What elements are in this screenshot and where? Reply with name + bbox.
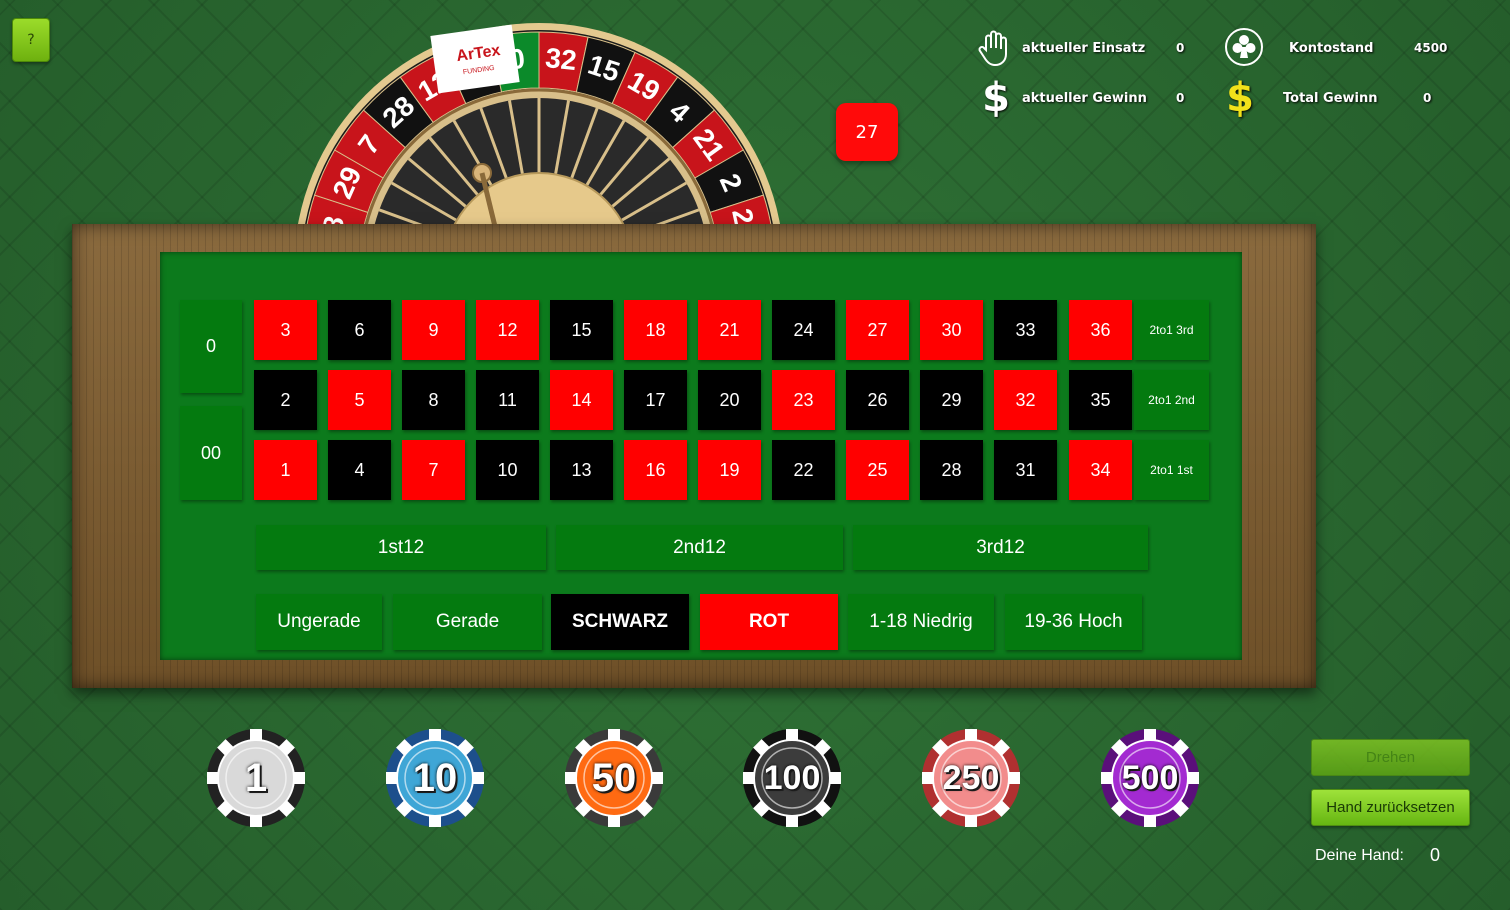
bet-low[interactable]: 1-18 Niedrig [848, 594, 994, 650]
bet-dozen-2nd[interactable]: 2nd12 [556, 525, 843, 570]
bet-number-5[interactable]: 5 [328, 370, 391, 430]
bet-number-3[interactable]: 3 [254, 300, 317, 360]
help-button[interactable]: ? [12, 18, 50, 62]
bet-odd[interactable]: Ungerade [256, 594, 382, 650]
bet-column-1st[interactable]: 2to1 1st [1134, 440, 1209, 500]
chip-label: 50 [591, 755, 637, 800]
chip-250[interactable]: 250 [921, 728, 1021, 828]
hand-value: 0 [1430, 845, 1441, 865]
chip-10[interactable]: 10 [385, 728, 485, 828]
wheel-number: 32 [544, 42, 578, 76]
dollar-icon: $ [982, 75, 1010, 121]
bet-high[interactable]: 19-36 Hoch [1005, 594, 1142, 650]
chip-100[interactable]: 100 [742, 728, 842, 828]
roulette-wheel: 8297281235032151942122517ArTexFUNDING [292, 20, 787, 230]
bet-number-6[interactable]: 6 [328, 300, 391, 360]
bet-number-7[interactable]: 7 [402, 440, 465, 500]
current-win-label: aktueller Gewinn [1022, 91, 1147, 106]
bet-number-26[interactable]: 26 [846, 370, 909, 430]
gold-dollar-icon: $ [1226, 75, 1254, 121]
club-icon [1225, 28, 1263, 66]
bet-even[interactable]: Gerade [393, 594, 542, 650]
hand-label: Deine Hand: [1315, 847, 1404, 864]
chip-label: 500 [1121, 758, 1179, 797]
chip-label: 1 [244, 755, 268, 800]
chip-1[interactable]: 1 [206, 728, 306, 828]
bet-number-27[interactable]: 27 [846, 300, 909, 360]
bet-number-2[interactable]: 2 [254, 370, 317, 430]
bet-number-33[interactable]: 33 [994, 300, 1057, 360]
bet-number-24[interactable]: 24 [772, 300, 835, 360]
bet-number-35[interactable]: 35 [1069, 370, 1132, 430]
chip-label: 100 [763, 758, 821, 797]
bet-number-11[interactable]: 11 [476, 370, 539, 430]
bet-number-23[interactable]: 23 [772, 370, 835, 430]
bet-number-10[interactable]: 10 [476, 440, 539, 500]
chip-label: 250 [942, 758, 1000, 797]
bet-dozen-1st[interactable]: 1st12 [256, 525, 546, 570]
bet-number-17[interactable]: 17 [624, 370, 687, 430]
balance-label: Kontostand [1289, 41, 1374, 56]
bet-number-20[interactable]: 20 [698, 370, 761, 430]
last-result-badge: 27 [836, 103, 898, 161]
bet-number-34[interactable]: 34 [1069, 440, 1132, 500]
balance-value: 4500 [1414, 41, 1448, 55]
bet-double-zero[interactable]: 00 [180, 406, 242, 500]
bet-column-2nd[interactable]: 2to1 2nd [1134, 370, 1209, 430]
bet-black[interactable]: SCHWARZ [551, 594, 689, 650]
bet-number-1[interactable]: 1 [254, 440, 317, 500]
bet-number-28[interactable]: 28 [920, 440, 983, 500]
bet-number-4[interactable]: 4 [328, 440, 391, 500]
total-win-value: 0 [1423, 91, 1432, 105]
bet-number-14[interactable]: 14 [550, 370, 613, 430]
hand-icon [978, 30, 1007, 67]
bet-number-19[interactable]: 19 [698, 440, 761, 500]
bet-number-12[interactable]: 12 [476, 300, 539, 360]
bet-number-31[interactable]: 31 [994, 440, 1057, 500]
bet-number-16[interactable]: 16 [624, 440, 687, 500]
bet-number-30[interactable]: 30 [920, 300, 983, 360]
current-bet-value: 0 [1176, 41, 1185, 55]
chip-label: 10 [412, 755, 458, 800]
total-win-label: Total Gewinn [1283, 91, 1378, 106]
bet-column-3rd[interactable]: 2to1 3rd [1134, 300, 1209, 360]
bet-number-25[interactable]: 25 [846, 440, 909, 500]
chip-500[interactable]: 500 [1100, 728, 1200, 828]
bet-number-22[interactable]: 22 [772, 440, 835, 500]
bet-number-13[interactable]: 13 [550, 440, 613, 500]
bet-number-21[interactable]: 21 [698, 300, 761, 360]
bet-dozen-3rd[interactable]: 3rd12 [853, 525, 1148, 570]
bet-number-29[interactable]: 29 [920, 370, 983, 430]
bet-number-36[interactable]: 36 [1069, 300, 1132, 360]
bet-number-8[interactable]: 8 [402, 370, 465, 430]
current-bet-label: aktueller Einsatz [1022, 41, 1146, 56]
reset-hand-button[interactable]: Hand zurücksetzen [1311, 789, 1470, 826]
bet-number-32[interactable]: 32 [994, 370, 1057, 430]
current-win-value: 0 [1176, 91, 1185, 105]
bet-number-18[interactable]: 18 [624, 300, 687, 360]
chip-50[interactable]: 50 [564, 728, 664, 828]
spin-button[interactable]: Drehen [1311, 739, 1470, 776]
bet-number-15[interactable]: 15 [550, 300, 613, 360]
bet-red[interactable]: ROT [700, 594, 838, 650]
bet-number-9[interactable]: 9 [402, 300, 465, 360]
bet-zero[interactable]: 0 [180, 300, 242, 393]
